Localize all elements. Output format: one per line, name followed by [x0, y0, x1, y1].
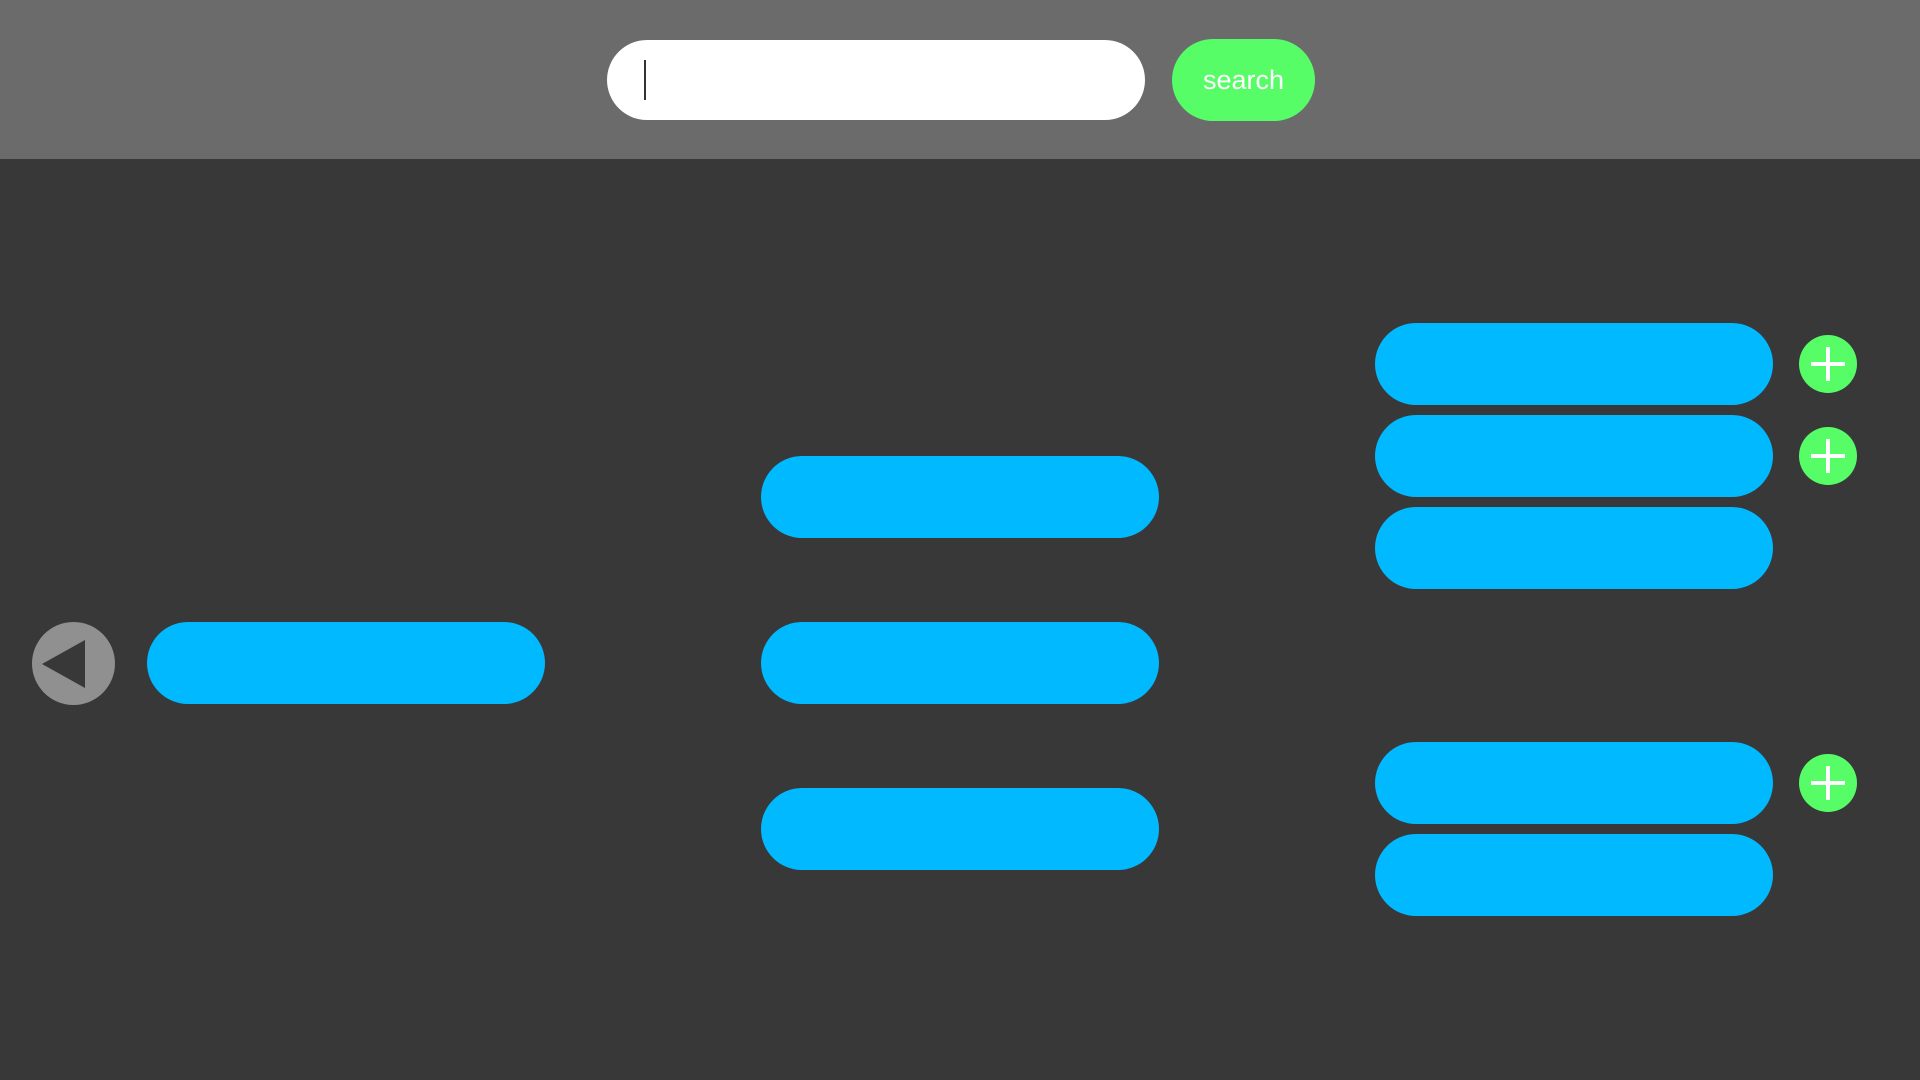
pill-button-left[interactable] — [147, 622, 545, 704]
pill-button-right-1[interactable] — [1375, 323, 1773, 405]
back-button[interactable] — [32, 622, 115, 705]
search-button[interactable]: search — [1172, 39, 1315, 121]
pill-button-right-5[interactable] — [1375, 834, 1773, 916]
text-caret — [644, 60, 646, 100]
pill-button-middle-3[interactable] — [761, 788, 1159, 870]
add-button-1[interactable] — [1799, 335, 1857, 393]
add-button-2[interactable] — [1799, 427, 1857, 485]
pill-button-middle-2[interactable] — [761, 622, 1159, 704]
search-input[interactable] — [607, 40, 1145, 120]
triangle-left-icon — [42, 640, 85, 688]
plus-icon — [1811, 766, 1845, 800]
plus-icon — [1811, 347, 1845, 381]
pill-button-right-4[interactable] — [1375, 742, 1773, 824]
pill-button-right-2[interactable] — [1375, 415, 1773, 497]
add-button-3[interactable] — [1799, 754, 1857, 812]
pill-button-right-3[interactable] — [1375, 507, 1773, 589]
pill-button-middle-1[interactable] — [761, 456, 1159, 538]
top-bar: search — [0, 0, 1920, 159]
plus-icon — [1811, 439, 1845, 473]
